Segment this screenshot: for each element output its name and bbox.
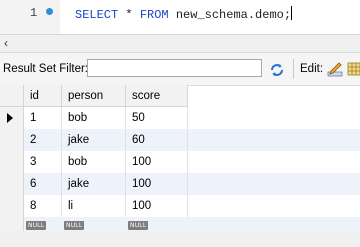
table-row[interactable]: 2 jake 60 [0, 129, 360, 151]
cell-score[interactable]: 100 [126, 151, 188, 173]
table-row[interactable]: 6 jake 100 [0, 173, 360, 195]
cell-person[interactable]: li [62, 195, 126, 217]
cell-id[interactable]: 6 [24, 173, 62, 195]
cell-person[interactable]: jake [62, 129, 126, 151]
editor-horizontal-scrollbar[interactable]: ‹ [0, 34, 360, 53]
keyword-from: FROM [139, 8, 169, 22]
grid-footer [0, 231, 360, 247]
column-header-score[interactable]: score [126, 85, 188, 107]
editor-code-line[interactable]: SELECT * FROM new_schema.demo; [75, 6, 293, 22]
table-row[interactable]: 8 li 100 [0, 195, 360, 217]
current-row-arrow-icon [7, 113, 13, 123]
code-star: * [118, 8, 140, 22]
column-header-person[interactable]: person [62, 85, 126, 107]
grid-corner [0, 85, 24, 107]
code-table: new_schema.demo; [168, 8, 292, 22]
edit-label: Edit: [300, 63, 324, 75]
row-marker[interactable] [0, 195, 24, 217]
cell-score[interactable]: 50 [126, 107, 188, 129]
toolbar-separator [293, 59, 294, 79]
null-badge-score[interactable]: NULL [128, 221, 149, 230]
table-row[interactable]: 1 bob 50 [0, 107, 360, 129]
result-toolbar: Result Set Filter: Edit: [0, 53, 360, 86]
cell-id[interactable]: 3 [24, 151, 62, 173]
edit-pencil-icon[interactable] [326, 60, 344, 78]
new-row[interactable]: NULL NULL NULL [0, 217, 360, 231]
grid-view-icon[interactable] [347, 60, 360, 78]
editor-gutter: 1 [0, 0, 60, 34]
line-number: 1 [30, 6, 38, 20]
cell-person[interactable]: jake [62, 173, 126, 195]
cell-id[interactable]: 1 [24, 107, 62, 129]
row-marker[interactable] [0, 107, 24, 129]
scroll-left-icon[interactable]: ‹ [4, 36, 8, 50]
cell-id[interactable]: 8 [24, 195, 62, 217]
cell-score[interactable]: 100 [126, 195, 188, 217]
row-marker[interactable] [0, 129, 24, 151]
column-header-id[interactable]: id [24, 85, 62, 107]
row-marker[interactable] [0, 151, 24, 173]
text-caret [291, 6, 293, 20]
result-filter-input[interactable] [87, 59, 262, 77]
null-badge-person[interactable]: NULL [64, 221, 85, 230]
sql-editor[interactable]: 1 SELECT * FROM new_schema.demo; [0, 0, 360, 34]
row-marker[interactable] [0, 173, 24, 195]
cell-person[interactable]: bob [62, 107, 126, 129]
table-row[interactable]: 3 bob 100 [0, 151, 360, 173]
statement-marker-icon [46, 8, 53, 15]
null-badge-id[interactable]: NULL [26, 221, 47, 230]
row-marker[interactable] [0, 217, 24, 231]
filter-label: Result Set Filter: [3, 63, 88, 75]
keyword-select: SELECT [75, 8, 119, 22]
cell-id[interactable]: 2 [24, 129, 62, 151]
cell-score[interactable]: 100 [126, 173, 188, 195]
cell-person[interactable]: bob [62, 151, 126, 173]
cell-score[interactable]: 60 [126, 129, 188, 151]
refresh-icon[interactable] [268, 61, 286, 79]
